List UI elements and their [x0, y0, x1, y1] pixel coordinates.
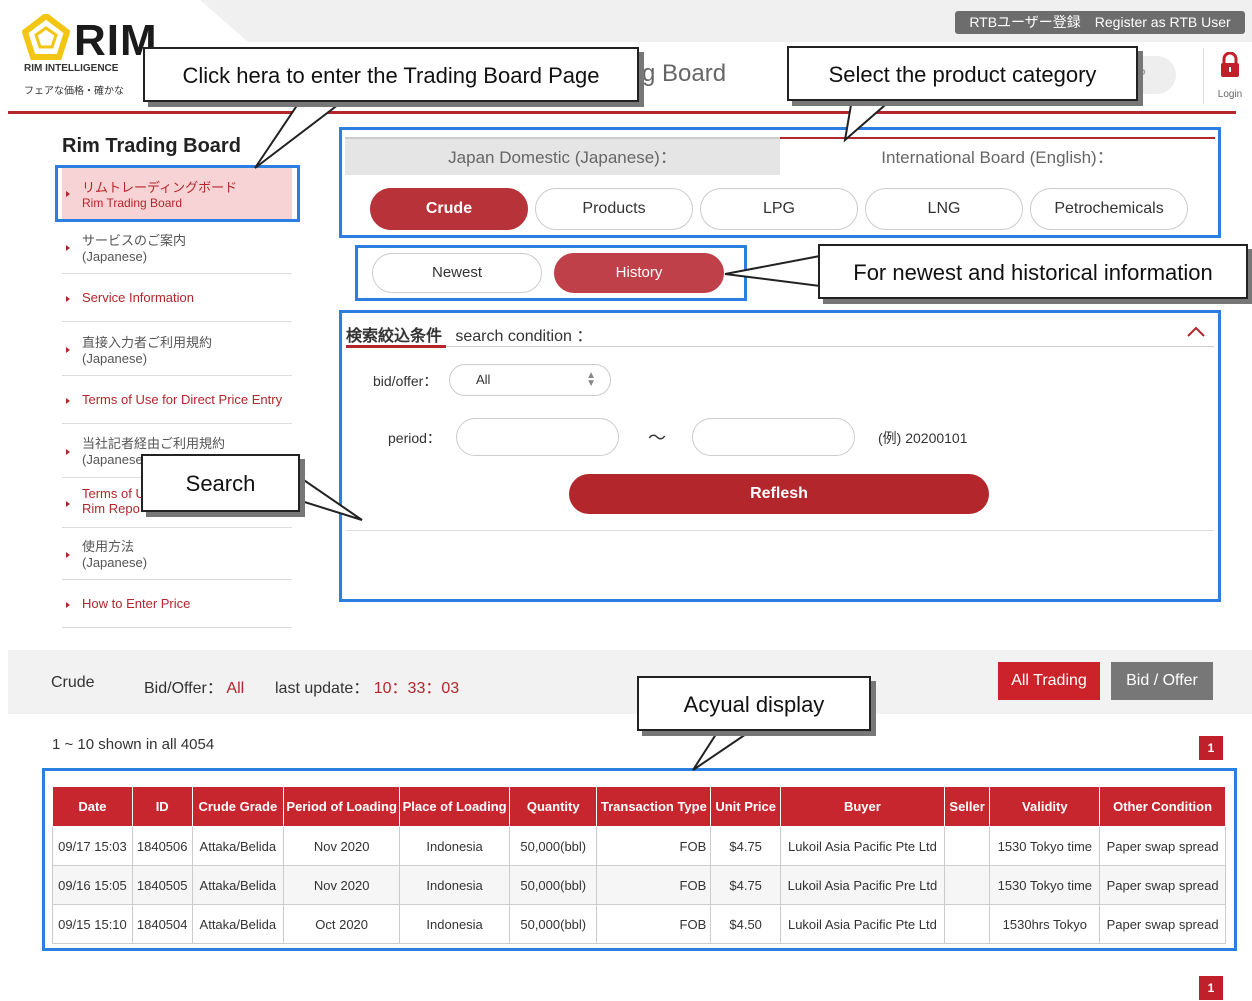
callout-trading-board: Click hera to enter the Trading Board Pa… — [143, 47, 639, 102]
bullet-icon — [66, 448, 70, 455]
header-divider — [8, 111, 1236, 114]
sidebar-item-sublabel: (Japanese) — [82, 249, 148, 264]
callout-search: Search — [141, 454, 300, 512]
sidebar-item-label: 使用方法 — [82, 539, 135, 554]
results-product: Crude — [51, 674, 95, 691]
last-update-label: last update： — [275, 680, 370, 697]
bullet-icon — [66, 244, 70, 251]
sidebar-item-direct-entry-terms[interactable]: Terms of Use for Direct Price Entry — [62, 378, 292, 424]
bid-offer-button[interactable]: Bid / Offer — [1111, 662, 1213, 700]
bullet-icon — [66, 500, 70, 507]
sidebar-item-sublabel: (Japanese) — [82, 351, 148, 366]
highlight-results-table — [42, 768, 1237, 951]
logo-tagline: フェアな価格・確かな — [24, 86, 124, 97]
bullet-icon — [66, 397, 70, 404]
all-trading-button[interactable]: All Trading — [998, 662, 1100, 700]
bullet-icon — [66, 601, 70, 608]
highlight-view-tabs — [355, 245, 747, 301]
sidebar-item-label: How to Enter Price — [82, 596, 191, 611]
rim-logo-icon[interactable] — [22, 14, 70, 60]
sidebar-item-how-to-enter-price[interactable]: How to Enter Price — [62, 582, 292, 628]
last-update-value: 10：33：03 — [373, 680, 460, 697]
lock-icon — [1221, 51, 1239, 77]
callout-display: Acyual display — [637, 676, 871, 731]
sidebar-item-usage-jp[interactable]: 使用方法 (Japanese) — [62, 530, 292, 580]
bullet-icon — [66, 551, 70, 558]
sidebar-item-label: Service Information — [82, 290, 194, 305]
page: RTBユーザー登録 Register as RTB User RIM RIM I… — [0, 0, 1252, 1001]
pagination-page-top[interactable]: 1 — [1199, 736, 1223, 760]
callout-pointer — [692, 727, 759, 771]
callout-newest-history: For newest and historical information — [818, 244, 1248, 299]
sidebar-item-label: 当社記者経由ご利用規約 — [82, 436, 226, 451]
login-label: Login — [1217, 89, 1243, 100]
sidebar-item-sublabel: (Japanese) — [82, 555, 148, 570]
bullet-icon — [66, 295, 70, 302]
highlight-category-area — [339, 127, 1221, 238]
sidebar-item-direct-entry-terms-jp[interactable]: 直接入力者ご利用規約 (Japanese) — [62, 324, 292, 376]
divider — [1203, 48, 1204, 104]
sidebar-item-label: Terms of Use for Direct Price Entry — [82, 392, 283, 407]
sidebar-title: Rim Trading Board — [62, 135, 241, 157]
callout-category: Select the product category — [787, 46, 1138, 101]
results-bid-offer-value: All — [226, 680, 245, 697]
register-button[interactable]: RTBユーザー登録 Register as RTB User — [955, 11, 1245, 34]
highlight-trading-board-link — [55, 165, 300, 222]
results-last-update: last update： 10：33：03 — [275, 674, 459, 698]
results-count: 1 ~ 10 shown in all 4054 — [52, 736, 215, 753]
pagination-page-bottom[interactable]: 1 — [1199, 976, 1223, 1000]
sidebar-item-service-guide-jp[interactable]: サービスのご案内 (Japanese) — [62, 222, 292, 274]
sidebar-item-service-information[interactable]: Service Information — [62, 276, 292, 322]
login-button[interactable]: Login — [1210, 51, 1250, 100]
bullet-icon — [66, 346, 70, 353]
results-bid-offer-label: Bid/Offer： — [144, 680, 223, 697]
highlight-search-area — [339, 310, 1221, 602]
results-bid-offer: Bid/Offer： All — [144, 674, 244, 698]
logo-subtitle: RIM INTELLIGENCE — [24, 63, 119, 74]
sidebar-item-label: 直接入力者ご利用規約 — [82, 335, 213, 350]
sidebar-item-label: サービスのご案内 — [82, 233, 187, 248]
